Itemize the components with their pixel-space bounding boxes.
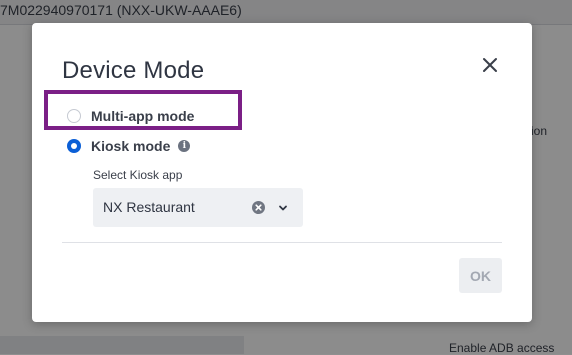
close-icon: [483, 58, 497, 72]
multi-app-mode-label[interactable]: Multi-app mode: [91, 108, 194, 124]
kiosk-mode-radio[interactable]: [67, 139, 81, 153]
ok-button[interactable]: OK: [459, 258, 502, 293]
kiosk-mode-label[interactable]: Kiosk mode: [91, 138, 170, 154]
chevron-down-icon[interactable]: [277, 202, 289, 214]
dialog-title: Device Mode: [62, 57, 205, 84]
kiosk-app-select-value: NX Restaurant: [103, 199, 195, 215]
multi-app-mode-option[interactable]: Multi-app mode: [67, 108, 194, 124]
dialog-divider: [62, 242, 502, 243]
kiosk-mode-option[interactable]: Kiosk mode i: [67, 138, 191, 154]
multi-app-mode-radio[interactable]: [67, 109, 81, 123]
kiosk-app-select[interactable]: NX Restaurant: [93, 188, 303, 227]
select-kiosk-app-label: Select Kiosk app: [93, 168, 183, 182]
device-mode-dialog: Device Mode Multi-app mode Kiosk mode i …: [32, 23, 532, 322]
clear-icon[interactable]: [252, 201, 265, 214]
info-icon[interactable]: i: [178, 140, 191, 152]
close-button[interactable]: [480, 55, 500, 75]
